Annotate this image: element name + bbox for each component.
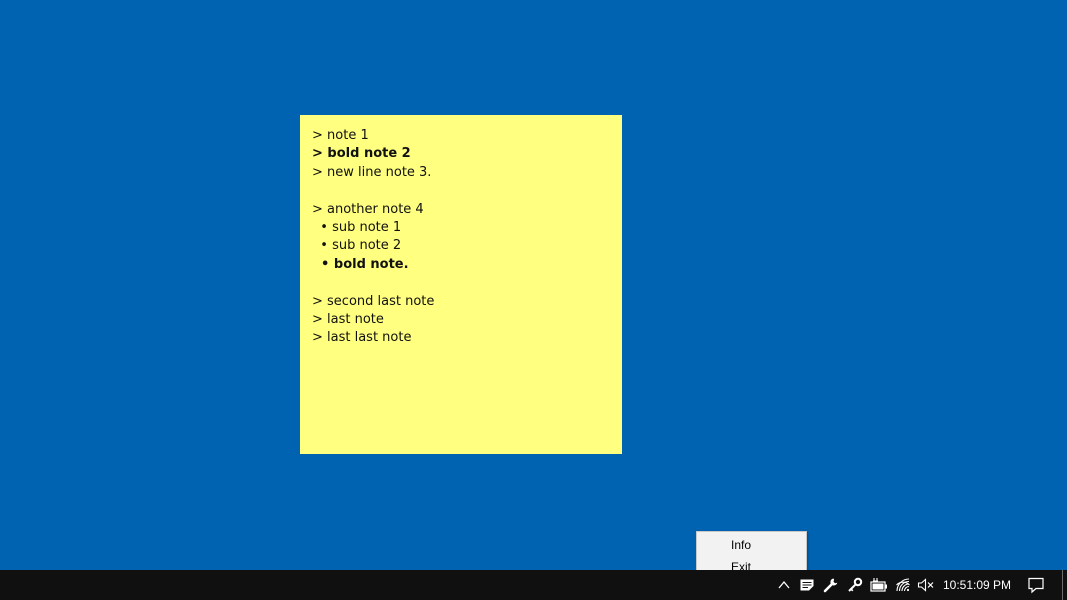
volume-muted-icon[interactable] bbox=[914, 570, 938, 600]
note-line-7: > last last note bbox=[312, 330, 412, 346]
taskbar-clock[interactable]: 10:51:09 PM bbox=[940, 570, 1014, 600]
note-subline-3: • bold note. bbox=[312, 256, 409, 272]
note-line-2: > bold note 2 bbox=[312, 146, 411, 162]
taskbar: 10:51:09 PM bbox=[0, 570, 1067, 600]
menu-item-info[interactable]: Info bbox=[697, 534, 806, 556]
key-icon[interactable] bbox=[844, 570, 866, 600]
sticky-note[interactable]: > note 1 > bold note 2 > new line note 3… bbox=[300, 115, 622, 454]
note-blank-line bbox=[312, 274, 622, 292]
action-center-icon[interactable] bbox=[1024, 570, 1048, 600]
note-line-3: > new line note 3. bbox=[312, 164, 432, 180]
wifi-icon[interactable] bbox=[892, 570, 914, 600]
note-line-4: > another note 4 bbox=[312, 201, 424, 217]
note-line-6: > last note bbox=[312, 311, 384, 327]
chevron-up-icon[interactable] bbox=[774, 570, 794, 600]
wrench-icon[interactable] bbox=[820, 570, 842, 600]
note-subline-1: • sub note 1 bbox=[312, 219, 402, 235]
battery-charging-icon[interactable] bbox=[868, 570, 890, 600]
note-line-5: > second last note bbox=[312, 293, 435, 309]
note-line-1: > note 1 bbox=[312, 128, 369, 143]
note-subline-2: • sub note 2 bbox=[312, 238, 402, 254]
show-desktop-button[interactable] bbox=[1062, 570, 1063, 600]
desktop: > note 1 > bold note 2 > new line note 3… bbox=[0, 0, 1067, 570]
sticky-notes-app-icon[interactable] bbox=[796, 570, 818, 600]
note-blank-line bbox=[312, 182, 622, 200]
